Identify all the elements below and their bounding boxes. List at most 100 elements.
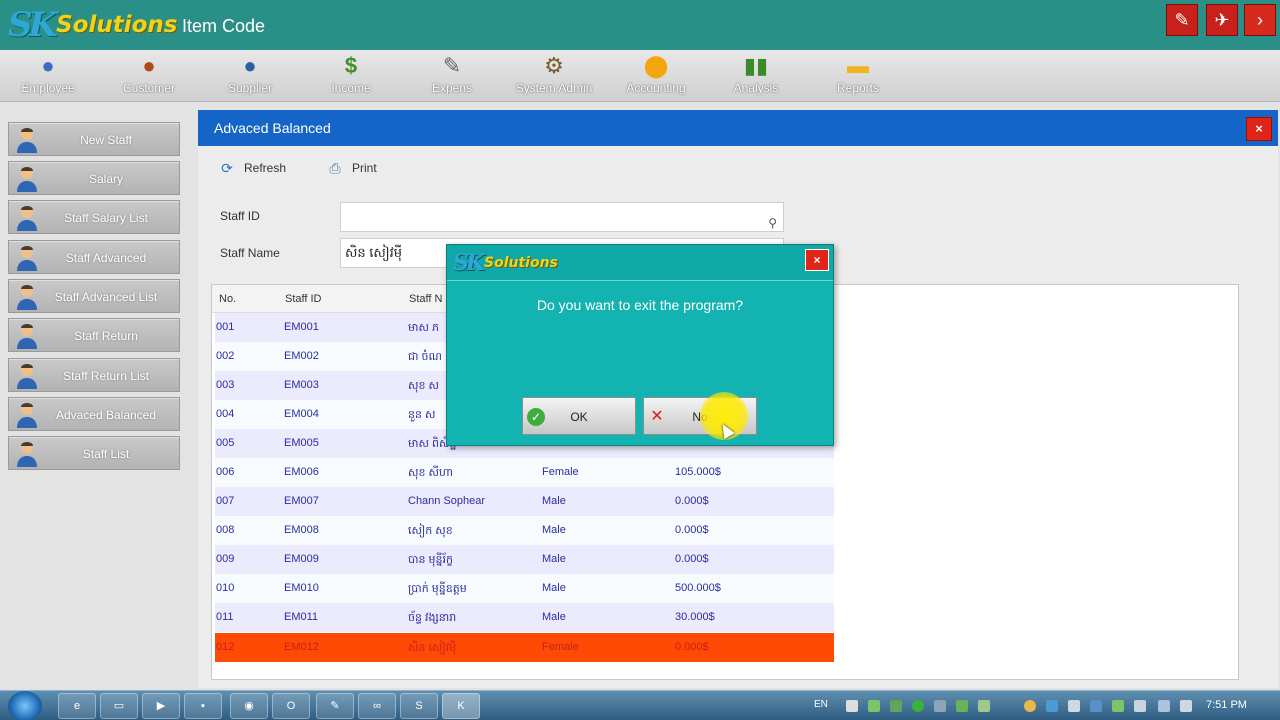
- taskbar-paint[interactable]: ✎: [316, 693, 354, 719]
- logo-sk: SK: [8, 5, 58, 45]
- sidebar-item-staff-return-list[interactable]: Staff Return List: [8, 358, 180, 392]
- menu-customer[interactable]: ● Customer: [109, 52, 189, 95]
- cell-gender: Male: [542, 582, 566, 594]
- taskbar-sk-solutions[interactable]: K: [442, 693, 480, 719]
- skype-icon: S: [415, 700, 423, 712]
- taskbar-chrome[interactable]: ◉: [230, 693, 268, 719]
- system-admin-icon: ⚙: [544, 53, 564, 78]
- network-status-icon[interactable]: [1158, 700, 1170, 712]
- tray-icon[interactable]: [1090, 700, 1102, 712]
- tray-icon[interactable]: [890, 700, 902, 712]
- sidebar-item-label: Staff Salary List: [64, 211, 148, 225]
- language-indicator[interactable]: EN: [814, 699, 828, 710]
- menu-label: Reports: [836, 81, 880, 95]
- income-icon: $: [344, 53, 358, 78]
- staff-avatar-icon: [17, 206, 37, 231]
- accounting-icon: ⬤: [643, 53, 669, 78]
- menu-system-admin[interactable]: ⚙ System Admin: [514, 52, 594, 95]
- sidebar-item-staff-salary-list[interactable]: Staff Salary List: [8, 200, 180, 234]
- cell-staff-id: EM001: [284, 321, 319, 333]
- table-row[interactable]: 007 EM007 Chann Sophear Male 0.000$: [215, 487, 834, 516]
- cell-staff-name: សិន សៀវម៉ី: [408, 642, 457, 654]
- tray-icon[interactable]: [956, 700, 968, 712]
- taskbar-media-player[interactable]: ▶: [142, 693, 180, 719]
- tray-icon[interactable]: [1112, 700, 1124, 712]
- table-row-selected[interactable]: 012 EM012 សិន សៀវម៉ី Female 0.000$: [215, 633, 834, 662]
- cell-amount: 0.000$: [675, 524, 709, 536]
- menu-employee[interactable]: ● Employee: [8, 52, 88, 95]
- cell-amount: 0.000$: [675, 495, 709, 507]
- table-row[interactable]: 009 EM009 បាន មុន្នីរ័ក្ខ Male 0.000$: [215, 545, 834, 574]
- taskbar-explorer[interactable]: ▭: [100, 693, 138, 719]
- exit-button[interactable]: ›: [1244, 4, 1276, 36]
- taskbar-skype[interactable]: S: [400, 693, 438, 719]
- taskbar-network[interactable]: ∞: [358, 693, 396, 719]
- table-row[interactable]: 011 EM011 ច័ន្ទ វង្សនារា Male 30.000$: [215, 603, 834, 632]
- print-button[interactable]: ⎙ Print: [326, 158, 376, 178]
- tray-icon[interactable]: [868, 700, 880, 712]
- tray-icon[interactable]: [1024, 700, 1036, 712]
- logo-text: Solutions: [484, 255, 558, 271]
- tray-icon[interactable]: [978, 700, 990, 712]
- menu-income[interactable]: $ Income: [311, 52, 391, 95]
- pin-button[interactable]: ✈: [1206, 4, 1238, 36]
- cell-staff-id: EM009: [284, 553, 319, 565]
- table-row[interactable]: 010 EM010 ប្រាក់ មុន្នីឧត្តម Male 500.00…: [215, 574, 834, 603]
- table-row[interactable]: 006 EM006 សុខ សីហា Female 105.000$: [215, 458, 834, 487]
- cell-amount: 0.000$: [675, 553, 709, 565]
- sidebar-item-staff-list[interactable]: Staff List: [8, 436, 180, 470]
- sidebar-item-label: Staff List: [82, 447, 130, 461]
- cell-staff-id: EM004: [284, 408, 319, 420]
- start-button[interactable]: [8, 691, 42, 720]
- tray-icon[interactable]: [1068, 700, 1080, 712]
- explorer-icon: ▭: [113, 700, 125, 712]
- cell-staff-id: EM002: [284, 350, 319, 362]
- search-icon[interactable]: ⚲: [768, 209, 777, 237]
- title-bar: SK Solutions Item Code ✎ ✈ ›: [0, 0, 1280, 50]
- menu-expens[interactable]: ✎ Expens: [412, 52, 492, 95]
- taskbar-app[interactable]: ▪: [184, 693, 222, 719]
- sidebar-item-advaced-balanced[interactable]: Advaced Balanced: [8, 397, 180, 431]
- menu-label: Expens: [431, 81, 473, 95]
- staff-avatar-icon: [17, 442, 37, 467]
- cell-gender: Female: [542, 641, 579, 653]
- taskbar-ie[interactable]: e: [58, 693, 96, 719]
- tray-icon[interactable]: [1046, 700, 1058, 712]
- dialog-close-button[interactable]: ×: [805, 249, 829, 271]
- tray-icon[interactable]: [846, 700, 858, 712]
- cell-no: 002: [216, 350, 235, 362]
- refresh-button[interactable]: ⟳ Refresh: [218, 158, 286, 178]
- panel-close-button[interactable]: ×: [1246, 117, 1272, 141]
- taskbar: e ▭ ▶ ▪ ◉ O ✎ ∞ S K EN 7:51 PM: [0, 690, 1280, 720]
- ie-icon: e: [73, 700, 81, 712]
- cell-gender: Male: [542, 553, 566, 565]
- sidebar-item-staff-return[interactable]: Staff Return: [8, 318, 180, 352]
- table-row[interactable]: 008 EM008 សៀក សុខ Male 0.000$: [215, 516, 834, 545]
- volume-icon[interactable]: [1180, 700, 1192, 712]
- sidebar-item-new-staff[interactable]: New Staff: [8, 122, 180, 156]
- cell-no: 011: [216, 611, 234, 623]
- menu-reports[interactable]: ▬ Reports: [818, 52, 898, 95]
- sidebar-item-label: Salary: [88, 172, 123, 186]
- menu-analysis[interactable]: ▮▮ Analysis: [716, 52, 796, 95]
- app-icon: ▪: [201, 700, 205, 712]
- tray-icon[interactable]: [1134, 700, 1146, 712]
- menu-supplier[interactable]: ● Supplier: [210, 52, 290, 95]
- staff-id-field[interactable]: ⚲: [340, 202, 784, 232]
- menu-accounting[interactable]: ⬤ Accounting: [616, 52, 696, 95]
- cell-staff-name: សុខ ស: [408, 380, 439, 392]
- cell-staff-id: EM008: [284, 524, 319, 536]
- cell-staff-id: EM006: [284, 466, 319, 478]
- close-icon: ×: [1255, 121, 1263, 136]
- cell-staff-id: EM010: [284, 582, 319, 594]
- staff-avatar-icon: [17, 324, 37, 349]
- tray-icon[interactable]: [912, 700, 924, 712]
- taskbar-outlook[interactable]: O: [272, 693, 310, 719]
- sidebar-item-staff-advanced-list[interactable]: Staff Advanced List: [8, 279, 180, 313]
- ok-button[interactable]: ✓ OK: [522, 397, 636, 435]
- sidebar-item-salary[interactable]: Salary: [8, 161, 180, 195]
- clock[interactable]: 7:51 PM: [1206, 699, 1247, 711]
- tray-icon[interactable]: [934, 700, 946, 712]
- sidebar-item-staff-advanced[interactable]: Staff Advanced: [8, 240, 180, 274]
- user-settings-button[interactable]: ✎: [1166, 4, 1198, 36]
